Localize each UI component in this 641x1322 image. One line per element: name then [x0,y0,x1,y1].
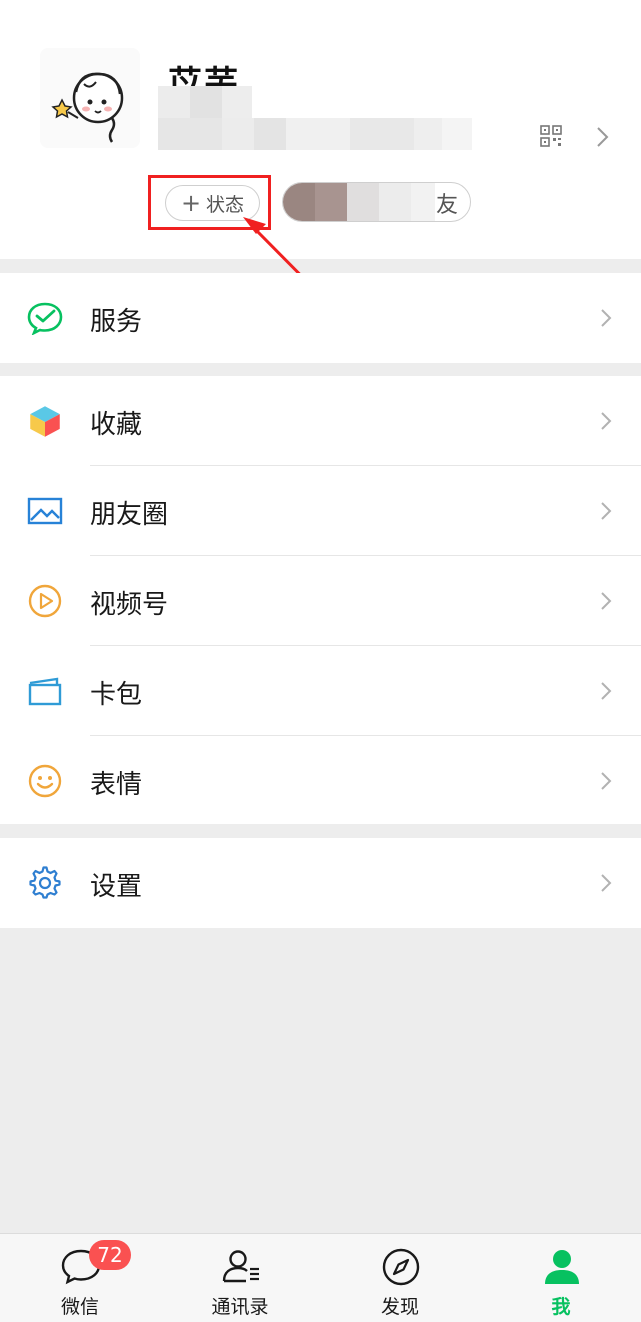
chevron-right-icon [601,874,612,892]
moments-picture-icon [27,497,63,525]
card-wallet-icon [28,677,62,706]
menu-label-card-wallet: 卡包 [90,680,143,710]
menu-label-moments: 朋友圈 [90,500,169,530]
blurred-wechat-id [158,86,252,118]
discover-tools-section: 收藏 朋友圈 视频号 卡包 表情 [0,376,641,824]
service-section: 服务 [0,273,641,363]
menu-item-favorites[interactable]: 收藏 [0,376,641,466]
menu-item-card-wallet[interactable]: 卡包 [0,646,641,736]
wechat-pay-icon [27,302,63,335]
tab-contacts[interactable]: 通讯录 [180,1234,300,1322]
menu-label-stickers: 表情 [90,770,143,800]
friend-pill-text: 友 [435,193,458,218]
blurred-friend-avatars [283,183,435,221]
menu-label-channels: 视频号 [90,590,169,620]
menu-label-favorites: 收藏 [90,410,143,440]
tab-label-contacts: 通讯录 [211,1296,269,1318]
tab-label-discover: 发现 [380,1296,419,1318]
profile-header[interactable]: 苡芜 + 状态 友 [0,0,641,259]
menu-item-service[interactable]: 服务 [0,273,641,363]
menu-item-settings[interactable]: 设置 [0,838,641,928]
chevron-right-icon [601,412,612,430]
chevron-right-icon [601,772,612,790]
avatar[interactable] [40,48,140,148]
chevron-right-icon [601,502,612,520]
menu-label-service: 服务 [90,307,143,337]
blurred-wechat-id-line [158,118,472,150]
tab-me[interactable]: 我 [501,1234,621,1322]
cartoon-girl-avatar-icon [40,48,140,148]
menu-label-settings: 设置 [90,872,143,902]
qr-code-icon[interactable] [539,124,563,148]
chevron-right-icon[interactable] [596,126,610,148]
menu-item-moments[interactable]: 朋友圈 [0,466,641,556]
favorites-cube-icon [29,405,61,438]
channels-play-icon [28,584,62,618]
unread-count-badge: 72 [89,1240,131,1270]
chevron-right-icon [601,682,612,700]
tab-discover[interactable]: 发现 [340,1234,460,1322]
person-icon [545,1250,579,1284]
friends-status-pill[interactable]: 友 [282,182,471,222]
settings-section: 设置 [0,838,641,928]
compass-icon [382,1248,420,1286]
contacts-icon [222,1250,259,1283]
annotation-highlight-box [148,175,271,230]
tab-label-me: 我 [551,1296,571,1318]
tab-label-chats: 微信 [60,1296,99,1318]
menu-item-channels[interactable]: 视频号 [0,556,641,646]
gear-icon [29,866,61,899]
sticker-smile-icon [28,764,62,798]
chevron-right-icon [601,309,612,327]
menu-item-stickers[interactable]: 表情 [0,736,641,826]
chevron-right-icon [601,592,612,610]
